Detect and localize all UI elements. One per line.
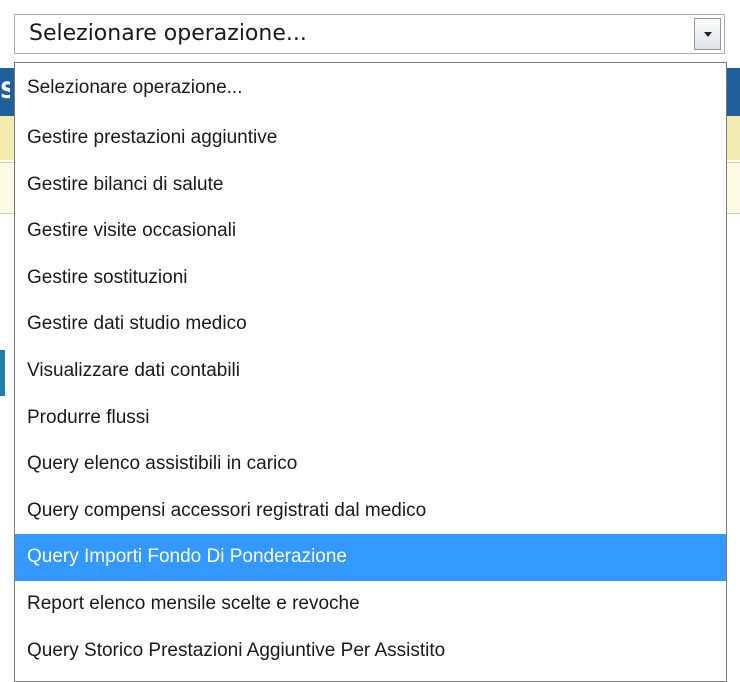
dropdown-option[interactable]: Query elenco assistibili in carico [15, 441, 726, 488]
dropdown-option[interactable]: Gestire dati studio medico [15, 301, 726, 348]
background-toolbar [0, 116, 14, 160]
dropdown-option[interactable]: Report elenco mensile scelte e revoche [15, 581, 726, 628]
dropdown-option[interactable]: Query Storico Prestazioni Aggiuntive Per… [15, 628, 726, 675]
dropdown-option[interactable]: Gestire sostituzioni [15, 255, 726, 302]
background-subbar-right [727, 162, 740, 214]
dropdown-option[interactable]: Gestire prestazioni aggiuntive [15, 115, 726, 162]
background-toolbar-right [727, 116, 740, 160]
background-subbar [0, 162, 14, 214]
dropdown-option[interactable]: Produrre flussi [15, 395, 726, 442]
dropdown-option[interactable]: Query Importi Fondo Di Ponderazione [15, 534, 726, 581]
chevron-down-icon [704, 32, 712, 37]
background-header-letter: S [0, 80, 10, 104]
operation-dropdown-list[interactable]: Selezionare operazione... Gestire prestaz… [14, 62, 727, 682]
dropdown-option[interactable]: Query compensi accessori registrati dal … [15, 488, 726, 535]
dropdown-option[interactable]: Gestire bilanci di salute [15, 162, 726, 209]
background-header-bar-right [727, 68, 740, 116]
dropdown-option[interactable]: Visualizzare dati contabili [15, 348, 726, 395]
dropdown-arrow-button[interactable] [694, 18, 721, 50]
dropdown-option[interactable]: Selezionare operazione... [15, 63, 726, 115]
dropdown-option[interactable]: Gestire visite occasionali [15, 208, 726, 255]
background-accent [0, 350, 5, 396]
operation-select[interactable]: Selezionare operazione... [14, 14, 725, 54]
operation-select-value: Selezionare operazione... [29, 21, 307, 46]
